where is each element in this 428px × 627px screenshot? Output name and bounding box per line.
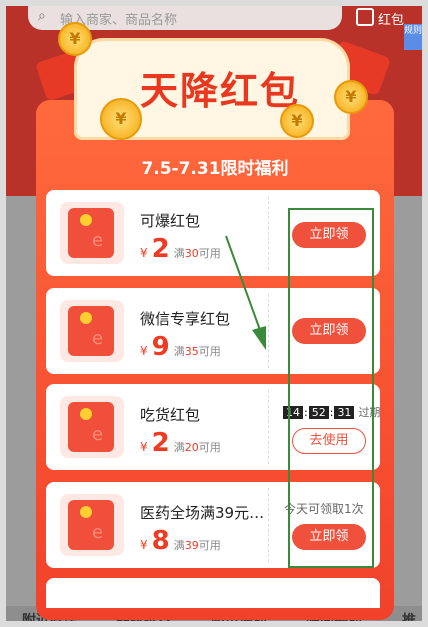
annotation-arrow — [225, 235, 266, 350]
